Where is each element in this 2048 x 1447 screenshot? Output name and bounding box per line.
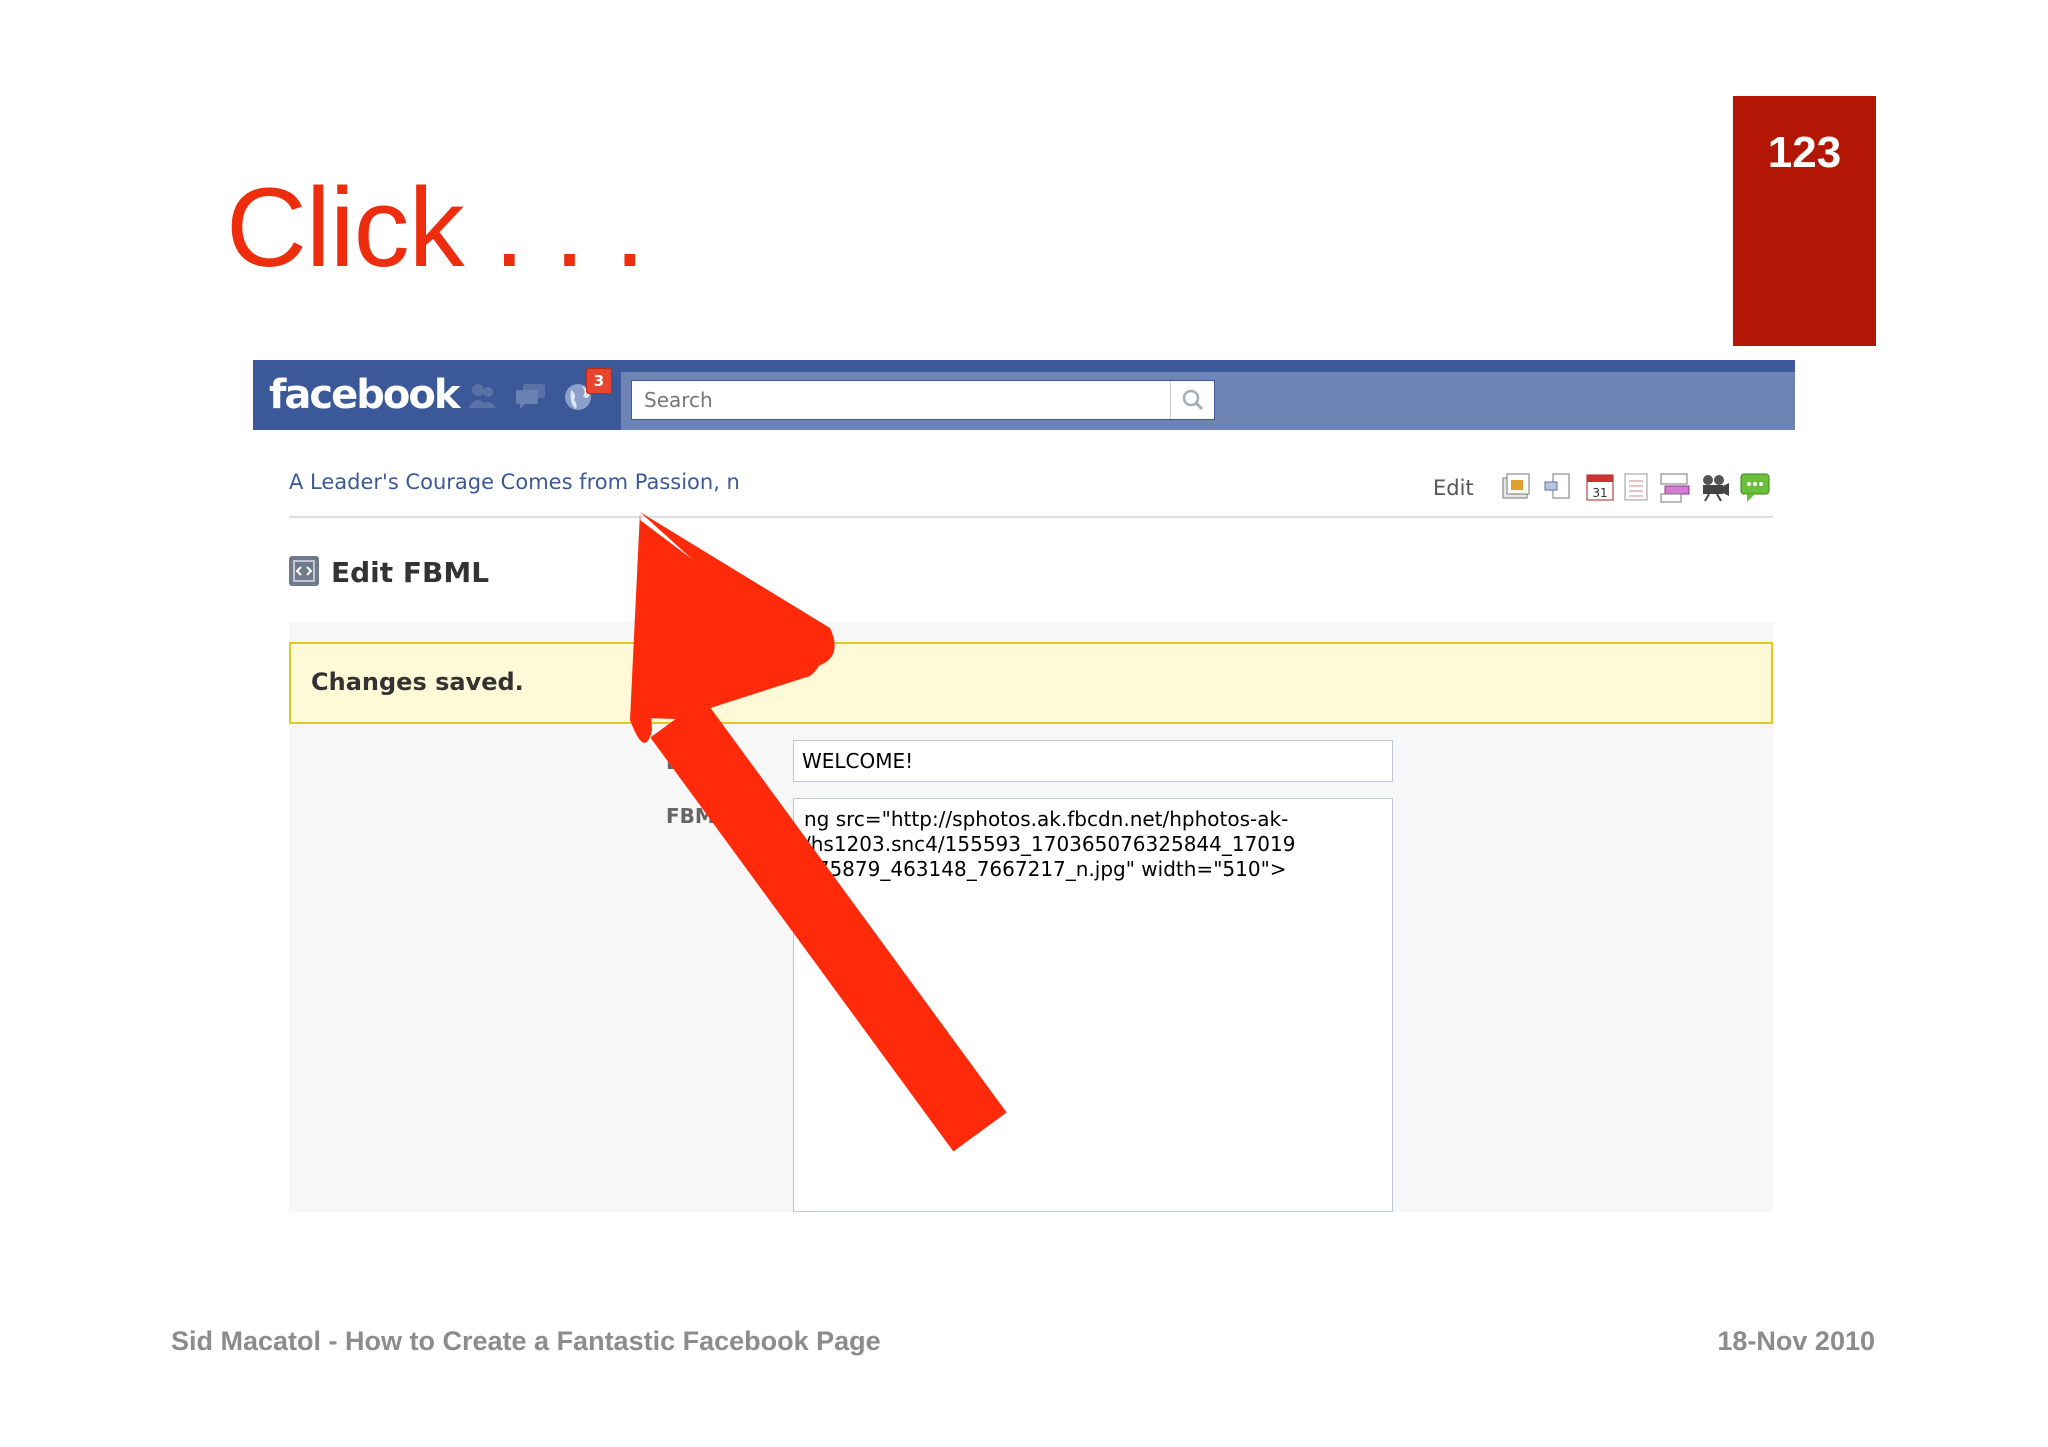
notes-icon[interactable] bbox=[1623, 472, 1649, 506]
search-icon bbox=[1182, 389, 1204, 411]
changes-saved-notice: Changes saved. bbox=[289, 642, 1773, 724]
svg-text:31: 31 bbox=[1592, 486, 1607, 500]
share-icon[interactable] bbox=[1543, 472, 1573, 506]
header-divider bbox=[289, 516, 1773, 518]
discussions-icon[interactable] bbox=[1659, 472, 1691, 508]
facebook-logo[interactable]: facebook bbox=[269, 372, 460, 418]
friends-icon[interactable] bbox=[467, 382, 497, 410]
facebook-screenshot: facebook 3 A Leader's Courage Comes from… bbox=[253, 360, 1795, 1212]
facebook-bar-left: facebook 3 bbox=[253, 360, 621, 430]
box-title-label: Box Tit bbox=[666, 750, 745, 774]
search-button[interactable] bbox=[1170, 381, 1214, 419]
page-number-box: 123 bbox=[1733, 96, 1876, 346]
notice-text: Changes saved. bbox=[311, 668, 524, 696]
notification-count-badge[interactable]: 3 bbox=[586, 368, 612, 394]
search-input[interactable] bbox=[632, 381, 1172, 419]
section-title: Edit FBML bbox=[331, 556, 490, 589]
fbml-icon bbox=[289, 556, 319, 586]
video-icon[interactable] bbox=[1699, 472, 1731, 506]
messages-icon[interactable] bbox=[515, 382, 547, 410]
search-box bbox=[631, 380, 1215, 420]
facebook-top-bar: facebook 3 bbox=[253, 360, 1795, 430]
calendar-icon[interactable]: 31 bbox=[1585, 472, 1615, 506]
box-title-input[interactable]: WELCOME! bbox=[793, 740, 1393, 782]
footer-author: Sid Macatol - How to Create a Fantastic … bbox=[171, 1326, 881, 1356]
footer-date: 18-Nov 2010 bbox=[1717, 1326, 1875, 1356]
edit-link[interactable]: Edit bbox=[1433, 476, 1474, 500]
chat-icon[interactable] bbox=[1739, 472, 1771, 508]
page-number: 123 bbox=[1767, 128, 1842, 177]
page-name-link[interactable]: A Leader's Courage Comes from Passion, n bbox=[289, 470, 779, 494]
fbml-label: FBML: bbox=[666, 804, 736, 828]
photos-icon[interactable] bbox=[1501, 472, 1531, 506]
fbml-textarea[interactable]: ng src="http://sphotos.ak.fbcdn.net/hpho… bbox=[793, 798, 1393, 1212]
slide-title: Click . . . bbox=[226, 165, 645, 290]
